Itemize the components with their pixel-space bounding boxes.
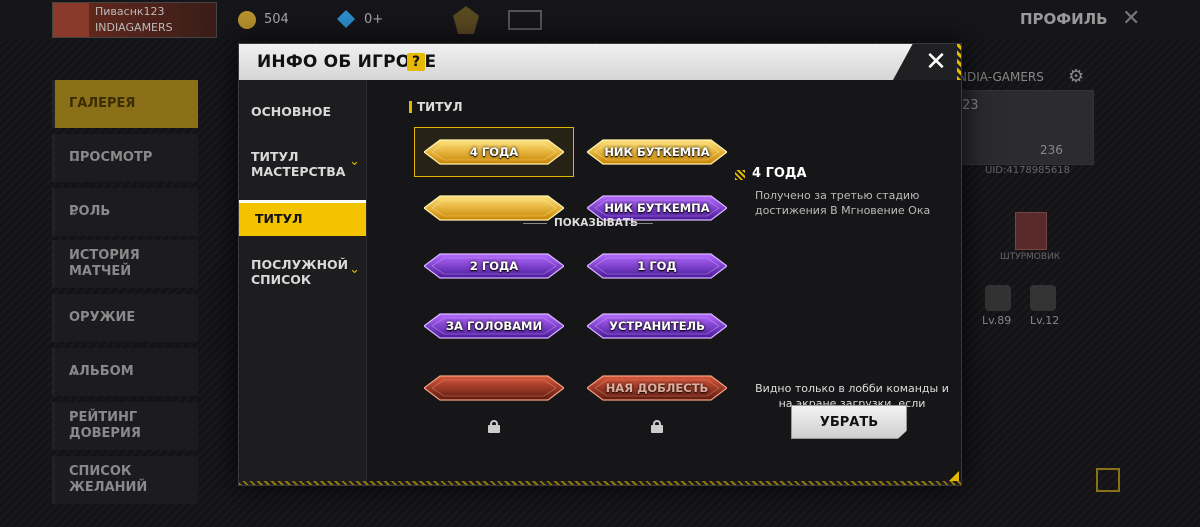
title-label bbox=[424, 193, 564, 223]
tab-service-record[interactable]: ПОСЛУЖНОЙ СПИСОК ⌄ bbox=[239, 250, 366, 296]
title-label: 4 ГОДА bbox=[469, 145, 519, 159]
gear-icon[interactable]: ⚙ bbox=[1068, 66, 1084, 87]
show-label: ПОКАЗЫВАТЬ bbox=[554, 217, 639, 229]
nav-item-gallery[interactable]: ГАЛЕРЕЯ bbox=[52, 80, 198, 128]
detail-marker-icon bbox=[735, 170, 745, 180]
tab-label: ОСНОВНОЕ bbox=[251, 104, 332, 119]
title-label: НИК БУТКЕМПА bbox=[604, 145, 710, 159]
player-level: 23 bbox=[962, 98, 979, 113]
title-item[interactable]: 2 ГОДА bbox=[414, 241, 574, 291]
tab-label: ТИТУЛ bbox=[255, 211, 303, 226]
close-icon[interactable]: ✕ bbox=[1122, 6, 1140, 31]
nav-item-match-history[interactable]: ИСТОРИЯ МАТЧЕЙ bbox=[52, 240, 198, 288]
pet-level: Lv.12 bbox=[1030, 314, 1060, 327]
player-card[interactable]: Пиваснк123 INDIAGAMERS bbox=[52, 2, 217, 38]
tab-label: ТИТУЛ МАСТЕРСТВА bbox=[251, 149, 346, 179]
title-badge: 4 ГОДА bbox=[424, 137, 564, 167]
nav-item-wishlist[interactable]: СПИСОК ЖЕЛАНИЙ bbox=[52, 456, 198, 504]
chevron-down-icon: ⌄ bbox=[349, 262, 360, 277]
title-item[interactable]: 4 ГОДА bbox=[414, 127, 574, 177]
title-badge: НИК БУТКЕМПА bbox=[587, 137, 727, 167]
guild-name: NDIA-GAMERS bbox=[958, 70, 1044, 84]
title-badge: ЗА ГОЛОВАМИ bbox=[424, 311, 564, 341]
title-label: УСТРАНИТЕЛЬ bbox=[609, 319, 705, 333]
chevron-down-icon: ⌄ bbox=[69, 204, 80, 219]
nav-item-trust-rating[interactable]: РЕЙТИНГ ДОВЕРИЯ bbox=[52, 402, 198, 450]
title-item[interactable]: ЗА ГОЛОВАМИ bbox=[414, 301, 574, 351]
title-badge: УСТРАНИТЕЛЬ bbox=[587, 311, 727, 341]
modal-header: ИНФО ОБ ИГРОКЕ ? ✕ bbox=[239, 44, 961, 80]
title-label: НАЯ ДОБЛЕСТЬ bbox=[605, 381, 709, 395]
help-icon[interactable]: ? bbox=[407, 53, 425, 71]
title-badge bbox=[424, 193, 564, 223]
title-badge bbox=[424, 373, 564, 403]
lock-icon bbox=[651, 420, 663, 433]
avatar bbox=[53, 3, 89, 37]
player-guild: INDIAGAMERS bbox=[95, 21, 173, 34]
detail-description: Получено за третью стадию достижения В М… bbox=[755, 189, 931, 217]
title-item[interactable]: УСТРАНИТЕЛЬ bbox=[577, 301, 737, 351]
title-item[interactable] bbox=[414, 183, 574, 233]
section-marker bbox=[409, 101, 412, 113]
nav-label: РЕЙТИНГ ДОВЕРИЯ bbox=[69, 410, 141, 441]
rank-badge-icon bbox=[1015, 212, 1047, 250]
pet-level: Lv.89 bbox=[982, 314, 1012, 327]
player-name: Пиваснк123 bbox=[95, 5, 165, 18]
title-label: 2 ГОДА bbox=[469, 259, 519, 273]
bottom-stripe bbox=[239, 481, 961, 485]
nav-label: ОРУЖИЕ bbox=[69, 310, 136, 325]
nav-item-view[interactable]: ПРОСМОТР ⌄ bbox=[52, 134, 198, 182]
rank-badge-label: ШТУРМОВИК bbox=[1000, 252, 1061, 262]
coin-icon bbox=[238, 11, 256, 29]
title-badge: 2 ГОДА bbox=[424, 251, 564, 281]
lock-icon bbox=[488, 420, 500, 433]
header-stripe bbox=[957, 44, 961, 80]
tab-label: ПОСЛУЖНОЙ СПИСОК bbox=[251, 257, 349, 287]
tab-basic[interactable]: ОСНОВНОЕ bbox=[239, 96, 366, 130]
tab-mastery-title[interactable]: ТИТУЛ МАСТЕРСТВА ⌄ bbox=[239, 142, 366, 188]
edit-icon[interactable] bbox=[1096, 468, 1120, 492]
profile-title: ПРОФИЛЬ bbox=[1020, 10, 1108, 28]
pet-icon[interactable] bbox=[985, 285, 1011, 311]
title-item[interactable]: НИК БУТКЕМПА bbox=[577, 127, 737, 177]
coin-count: 504 bbox=[264, 12, 289, 27]
card-icon[interactable] bbox=[508, 10, 542, 30]
tab-title[interactable]: ТИТУЛ bbox=[239, 200, 366, 236]
divider bbox=[629, 223, 653, 224]
title-badge: НАЯ ДОБЛЕСТЬ bbox=[587, 373, 727, 403]
player-uid: UID:4178985618 bbox=[985, 165, 1070, 176]
pet-icon[interactable] bbox=[1030, 285, 1056, 311]
nav-item-role[interactable]: РОЛЬ ⌄ bbox=[52, 188, 198, 236]
divider bbox=[523, 223, 547, 224]
nav-label: ГАЛЕРЕЯ bbox=[69, 96, 136, 111]
nav-label: ИСТОРИЯ МАТЧЕЙ bbox=[69, 248, 140, 279]
diamond-count[interactable]: 0+ bbox=[364, 12, 383, 27]
remove-button[interactable]: УБРАТЬ bbox=[791, 405, 907, 439]
nav-label: СПИСОК ЖЕЛАНИЙ bbox=[69, 464, 148, 495]
nav-item-weapons[interactable]: ОРУЖИЕ bbox=[52, 294, 198, 342]
chevron-down-icon: ⌄ bbox=[349, 154, 360, 169]
chevron-down-icon: ⌄ bbox=[69, 150, 80, 165]
likes-count[interactable]: 236 bbox=[1040, 143, 1063, 157]
player-info-modal: ИНФО ОБ ИГРОКЕ ? ✕ ОСНОВНОЕ ТИТУЛ МАСТЕР… bbox=[238, 43, 962, 486]
nav-item-album[interactable]: АЛЬБОМ ⌄ bbox=[52, 348, 198, 396]
section-title: ТИТУЛ bbox=[417, 100, 463, 114]
title-label: 1 ГОД bbox=[637, 259, 677, 273]
tab-accent bbox=[239, 200, 366, 203]
title-item[interactable]: НАЯ ДОБЛЕСТЬ bbox=[577, 363, 737, 413]
title-item[interactable]: 1 ГОД bbox=[577, 241, 737, 291]
detail-title: 4 ГОДА bbox=[752, 166, 807, 181]
title-label bbox=[424, 373, 564, 403]
chevron-down-icon: ⌄ bbox=[69, 364, 80, 379]
title-badge: 1 ГОД bbox=[587, 251, 727, 281]
title-item[interactable] bbox=[414, 363, 574, 413]
title-label: ЗА ГОЛОВАМИ bbox=[445, 319, 543, 333]
close-icon[interactable]: ✕ bbox=[923, 49, 949, 75]
